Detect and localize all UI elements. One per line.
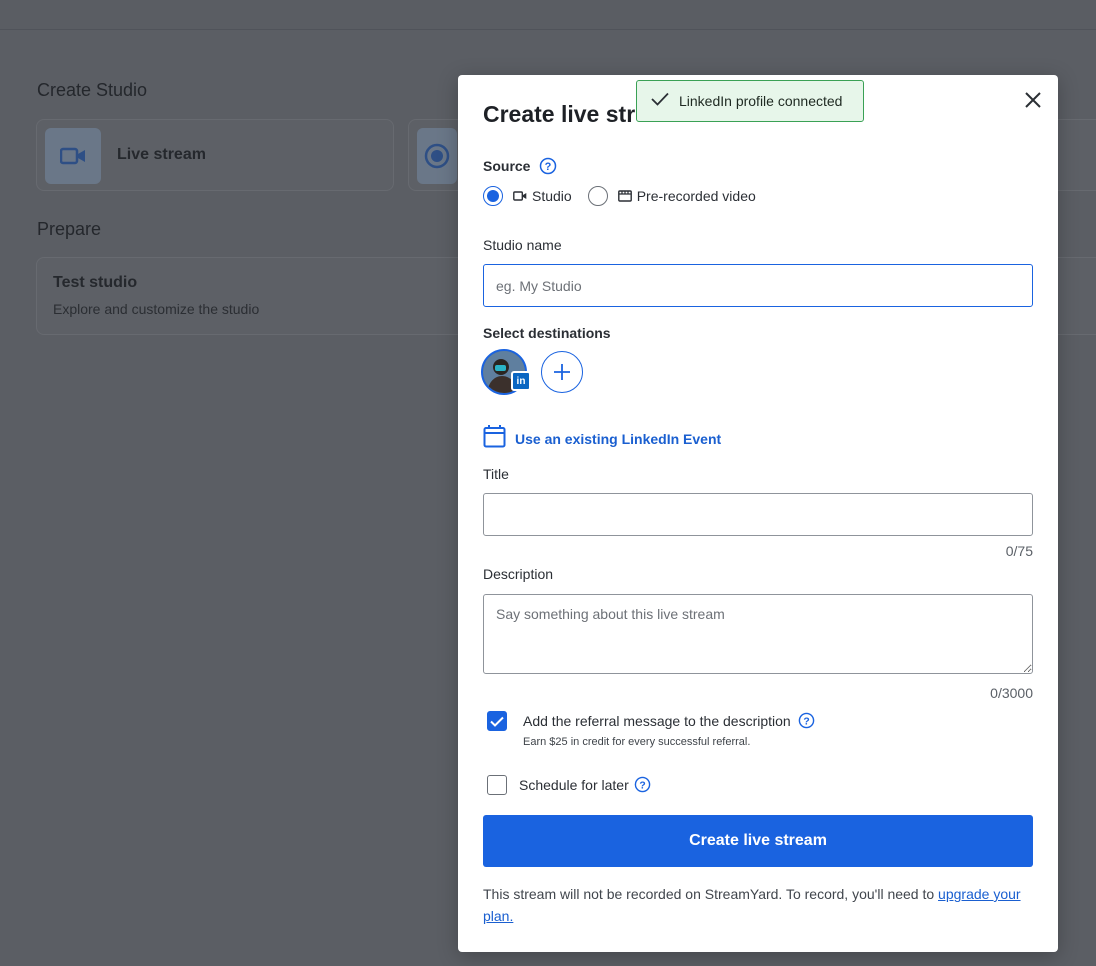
toast-text: LinkedIn profile connected: [679, 93, 843, 109]
studio-name-label: Studio name: [483, 237, 562, 253]
source-radio-group: Studio Pre-recorded video: [483, 186, 756, 206]
referral-label-row: Add the referral message to the descript…: [523, 712, 815, 729]
linkedin-icon: in: [511, 371, 531, 391]
create-live-stream-button[interactable]: Create live stream: [483, 815, 1033, 867]
schedule-label: Schedule for later: [519, 776, 629, 793]
create-live-stream-modal: Create live stream Source ? Studio Pre-r…: [458, 75, 1058, 952]
description-counter: 0/3000: [990, 685, 1033, 701]
svg-text:?: ?: [545, 161, 552, 173]
background-card-right: [1056, 119, 1096, 191]
film-icon: [617, 190, 632, 202]
help-icon[interactable]: ?: [798, 712, 815, 729]
prepare-heading: Prepare: [37, 219, 102, 239]
description-label: Description: [483, 566, 554, 582]
close-button[interactable]: [1022, 89, 1044, 111]
video-camera-icon: [45, 128, 101, 184]
radio-studio[interactable]: [483, 186, 503, 206]
title-label: Title: [483, 466, 509, 482]
source-option-prerecorded[interactable]: Pre-recorded video: [587, 186, 756, 206]
test-studio-title: Test studio: [53, 274, 138, 291]
add-destination-button[interactable]: [541, 351, 583, 393]
background-topbar: [0, 0, 1096, 30]
background-card-right-2: [1056, 257, 1096, 335]
description-textarea[interactable]: [483, 594, 1033, 674]
svg-text:?: ?: [639, 780, 645, 791]
plus-icon: [554, 364, 570, 380]
svg-text:?: ?: [803, 716, 809, 727]
use-linkedin-event-label: Use an existing LinkedIn Event: [515, 430, 722, 447]
recording-note: This stream will not be recorded on Stre…: [483, 883, 1033, 927]
recording-note-text: This stream will not be recorded on Stre…: [483, 886, 939, 902]
title-input[interactable]: [483, 493, 1033, 536]
help-icon[interactable]: ?: [539, 157, 557, 175]
use-linkedin-event-link[interactable]: Use an existing LinkedIn Event: [483, 424, 721, 453]
success-toast: LinkedIn profile connected: [636, 80, 864, 122]
referral-label: Add the referral message to the descript…: [523, 712, 791, 729]
source-option-studio-label: Studio: [532, 188, 572, 204]
title-counter: 0/75: [1005, 543, 1033, 559]
create-studio-heading: Create Studio: [37, 80, 148, 100]
live-stream-card-label: Live stream: [117, 146, 206, 163]
close-icon: [1025, 92, 1041, 108]
source-label: Source: [483, 158, 531, 174]
schedule-checkbox[interactable]: [487, 775, 507, 795]
check-icon: [651, 92, 669, 111]
source-option-studio[interactable]: Studio: [483, 186, 572, 206]
schedule-label-row: Schedule for later ?: [519, 776, 651, 793]
select-destinations-label: Select destinations: [483, 325, 611, 341]
checkmark-icon: [490, 716, 504, 727]
studio-name-input[interactable]: [483, 264, 1033, 307]
test-studio-card[interactable]: Test studio Explore and customize the st…: [36, 257, 476, 335]
live-stream-card[interactable]: Live stream: [36, 119, 394, 191]
referral-subtext: Earn $25 in credit for every successful …: [523, 736, 751, 748]
calendar-icon: [483, 424, 506, 453]
test-studio-description: Explore and customize the studio: [53, 301, 260, 317]
record-icon: [417, 128, 457, 184]
camera-icon: [513, 191, 527, 201]
radio-prerecorded[interactable]: [587, 186, 608, 206]
source-option-prerecorded-label: Pre-recorded video: [636, 188, 756, 204]
help-icon[interactable]: ?: [634, 776, 651, 793]
source-label-row: Source ?: [483, 157, 557, 175]
referral-checkbox[interactable]: [487, 711, 507, 731]
